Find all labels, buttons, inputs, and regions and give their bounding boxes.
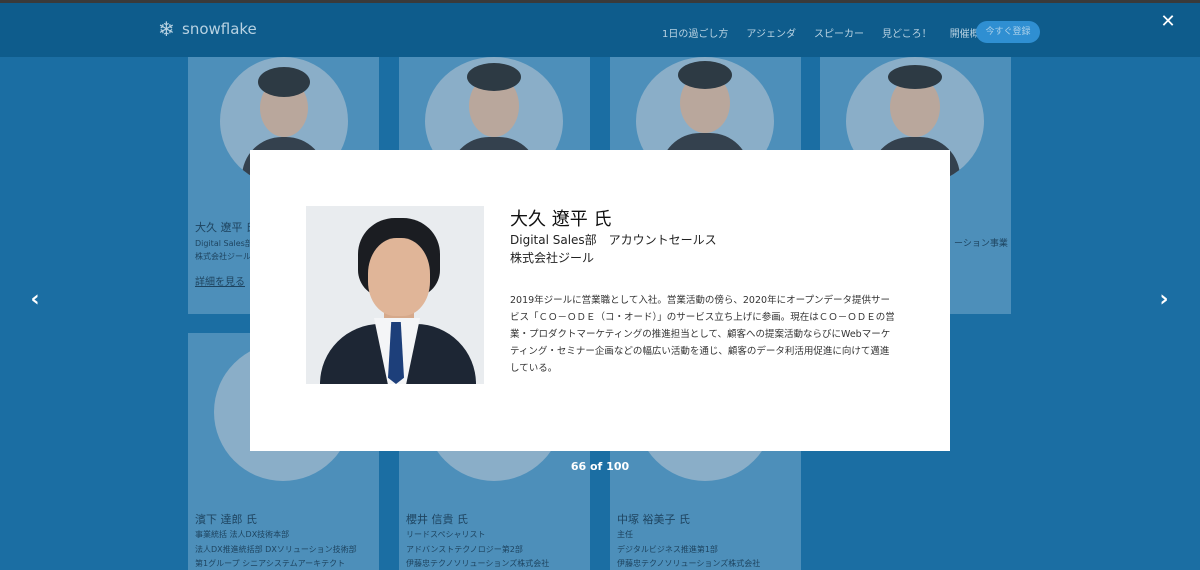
speaker-company: 株式会社ジール — [195, 252, 251, 261]
speaker-title: 主任 — [617, 530, 633, 539]
speaker-dept: アドバンストテクノロジー第2部 — [406, 545, 523, 554]
speaker-dept: Digital Sales部 — [195, 239, 253, 248]
speaker-detail-modal: 大久 遼平 氏 Digital Sales部 アカウントセールス 株式会社ジール… — [250, 150, 950, 451]
main-nav: 1日の過ごし方 アジェンダ スピーカー 見どころ！ 開催概要 — [662, 25, 990, 40]
previous-arrow-icon[interactable]: ‹ — [25, 288, 45, 312]
speaker-dept: デジタルビジネス推進第1部 — [617, 545, 718, 554]
speaker-company: 伊藤忠テクノソリューションズ株式会社 — [406, 559, 550, 568]
nav-item-speakers[interactable]: スピーカー — [814, 25, 864, 40]
speaker-name: 櫻井 信貴 氏 — [406, 513, 468, 526]
speaker-dept: ーション事業 — [954, 239, 1008, 249]
speaker-company: 株式会社ジール — [510, 251, 595, 265]
speaker-company: 伊藤忠テクノソリューションズ株式会社 — [617, 559, 761, 568]
speaker-title: リードスペシャリスト — [406, 530, 486, 539]
nav-item-highlights[interactable]: 見どころ！ — [882, 25, 932, 40]
speaker-name: 大久 遼平 氏 — [195, 221, 257, 234]
speaker-portrait — [306, 206, 484, 384]
speaker-role: 第1グループ シニアシステムアーキテクト — [195, 559, 346, 568]
speaker-name: 中塚 裕美子 氏 — [617, 513, 690, 526]
details-link[interactable]: 詳細を見る — [195, 273, 245, 288]
speaker-dept: 法人DX推進統括部 DXソリューション技術部 — [195, 545, 357, 554]
nav-item-schedule[interactable]: 1日の過ごし方 — [662, 25, 728, 40]
snowflake-icon: ❄ — [158, 17, 175, 41]
logo-text: snowflake — [182, 20, 257, 38]
nav-item-agenda[interactable]: アジェンダ — [746, 25, 796, 40]
snowflake-logo[interactable]: ❄ snowflake — [158, 19, 257, 39]
slide-counter: 66 of 100 — [570, 460, 630, 473]
next-arrow-icon[interactable]: › — [1154, 288, 1174, 312]
speaker-department: Digital Sales部 アカウントセールス — [510, 233, 717, 247]
speaker-bio: 2019年ジールに営業職として入社。営業活動の傍ら、2020年にオープンデータ提… — [510, 295, 895, 374]
close-icon[interactable]: ✕ — [1158, 12, 1178, 32]
speaker-name: 濱下 達郎 氏 — [195, 513, 257, 526]
speaker-title: 事業統括 法人DX技術本部 — [195, 530, 290, 539]
speaker-name: 大久 遼平 氏 — [510, 209, 612, 230]
site-header: ❄ snowflake 1日の過ごし方 アジェンダ スピーカー 見どころ！ 開催… — [0, 0, 1200, 57]
register-button[interactable]: 今すぐ登録 — [976, 21, 1040, 43]
